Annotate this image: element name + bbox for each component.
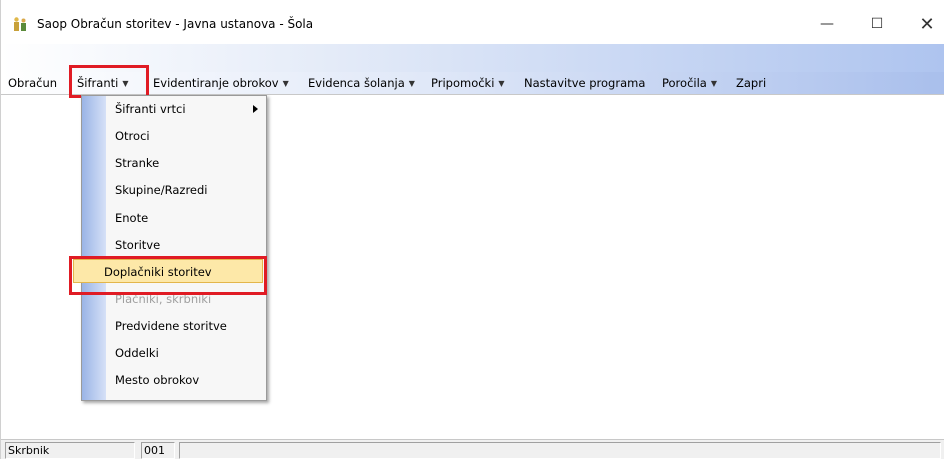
app-window: Saop Obračun storitev - Javna ustanova -… (0, 0, 944, 459)
menu-evidentiranje-obrokov[interactable]: Evidentiranje obrokov ▼ (153, 72, 289, 94)
chevron-down-icon: ▼ (710, 79, 717, 88)
menu-icon-gutter (82, 96, 106, 400)
menu-obracun[interactable]: Obračun (8, 72, 57, 94)
chevron-down-icon: ▼ (282, 79, 289, 88)
menu-item-skupine-razredi[interactable]: Skupine/Razredi (107, 178, 266, 202)
menu-item-storitve[interactable]: Storitve (107, 233, 266, 257)
menu-item-oddelki[interactable]: Oddelki (107, 341, 266, 365)
minimize-button[interactable]: — (807, 10, 847, 38)
menu-porocila[interactable]: Poročila ▼ (662, 72, 717, 94)
menu-item-label: Otroci (115, 129, 150, 143)
menu-item-label: Predvidene storitve (115, 319, 227, 333)
menu-pripomocki-label: Pripomočki (431, 76, 495, 90)
status-message (179, 442, 941, 459)
menu-item-label: Storitve (115, 238, 161, 252)
menu-obracun-label: Obračun (8, 76, 58, 90)
menu-zapri-label: Zapri (736, 76, 767, 90)
chevron-down-icon: ▼ (408, 79, 415, 88)
menu-item-stranke[interactable]: Stranke (107, 151, 266, 175)
menu-item-label: Oddelki (115, 346, 159, 360)
menu-nastavitve-programa[interactable]: Nastavitve programa (524, 72, 645, 94)
highlight-sifranti-menu (69, 65, 149, 98)
status-code: 001 (141, 442, 175, 459)
close-button[interactable]: ✕ (907, 10, 944, 38)
menu-item-label: Stranke (115, 156, 160, 170)
maximize-button[interactable]: ☐ (857, 10, 897, 38)
menu-evidentiranje-obrokov-label: Evidentiranje obrokov (153, 76, 279, 90)
status-bar: Skrbnik 001 (1, 439, 944, 459)
sifranti-dropdown-menu: Šifranti vrtci Otroci Stranke Skupine/Ra… (81, 95, 267, 401)
menu-nastavitve-programa-label: Nastavitve programa (524, 76, 646, 90)
title-bar[interactable]: Saop Obračun storitev - Javna ustanova -… (1, 0, 944, 44)
menu-porocila-label: Poročila (662, 76, 707, 90)
menu-item-sifranti-vrtci[interactable]: Šifranti vrtci (107, 97, 266, 121)
menu-item-mesto-obrokov[interactable]: Mesto obrokov (107, 368, 266, 392)
menu-evidenca-solanja-label: Evidenca šolanja (308, 76, 405, 90)
highlight-doplacniki-storitev (69, 256, 267, 295)
menu-item-enote[interactable]: Enote (107, 206, 266, 230)
menu-item-label: Šifranti vrtci (115, 102, 186, 116)
window-title: Saop Obračun storitev - Javna ustanova -… (37, 17, 314, 31)
menu-evidenca-solanja[interactable]: Evidenca šolanja ▼ (308, 72, 415, 94)
menu-item-otroci[interactable]: Otroci (107, 124, 266, 148)
chevron-right-icon (253, 105, 258, 113)
app-icon (14, 17, 26, 31)
menu-pripomocki[interactable]: Pripomočki ▼ (431, 72, 505, 94)
menu-item-predvidene-storitve[interactable]: Predvidene storitve (107, 314, 266, 338)
chevron-down-icon: ▼ (498, 79, 505, 88)
menu-zapri[interactable]: Zapri (736, 72, 766, 94)
menu-item-label: Mesto obrokov (115, 373, 200, 387)
menu-item-label: Skupine/Razredi (115, 183, 208, 197)
status-user: Skrbnik (5, 442, 135, 459)
menu-item-label: Enote (115, 211, 149, 225)
